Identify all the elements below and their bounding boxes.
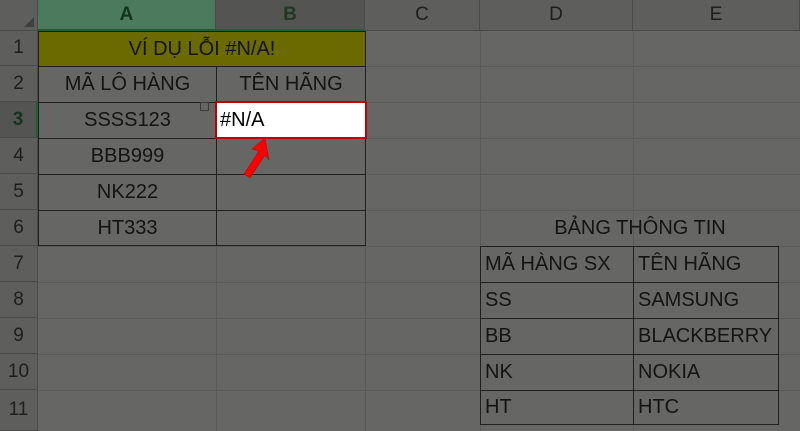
row-header-5[interactable]: 5 <box>0 174 38 210</box>
row-header-4[interactable]: 4 <box>0 138 38 174</box>
info-header-code[interactable]: MÃ HÀNG SX <box>480 246 634 283</box>
info-brand-cell[interactable]: HTC <box>633 390 779 425</box>
row-header-8[interactable]: 8 <box>0 282 38 318</box>
row-header-3[interactable]: 3 <box>0 102 38 138</box>
row-header-6[interactable]: 6 <box>0 210 38 246</box>
row-header-11[interactable]: 11 <box>0 390 38 431</box>
brand-cell[interactable] <box>216 210 366 246</box>
error-indicator-icon[interactable] <box>200 102 209 111</box>
row-header-1[interactable]: 1 <box>0 31 38 66</box>
info-code-cell[interactable]: SS <box>480 282 634 319</box>
column-header-c[interactable]: C <box>365 0 480 31</box>
lot-code-cell[interactable]: HT333 <box>38 210 217 246</box>
column-header-e[interactable]: E <box>633 0 800 31</box>
column-header-a[interactable]: A <box>38 0 216 31</box>
info-brand-cell[interactable]: NOKIA <box>633 354 779 391</box>
header-cell-brand[interactable]: TÊN HÃNG <box>216 66 366 103</box>
header-cell-lot-code[interactable]: MÃ LÔ HÀNG <box>38 66 217 103</box>
info-brand-cell[interactable]: SAMSUNG <box>633 282 779 319</box>
select-all-triangle-icon <box>24 17 34 27</box>
info-brand-cell[interactable]: BLACKBERRY <box>633 318 779 355</box>
red-arrow-pointer-icon <box>243 137 270 179</box>
column-header-b[interactable]: B <box>216 0 365 31</box>
lot-code-cell[interactable]: NK222 <box>38 174 217 211</box>
info-code-cell[interactable]: HT <box>480 390 634 425</box>
row-header-2[interactable]: 2 <box>0 66 38 102</box>
info-code-cell[interactable]: NK <box>480 354 634 391</box>
info-code-cell[interactable]: BB <box>480 318 634 355</box>
title-cell[interactable]: VÍ DỤ LỖI #N/A! <box>38 31 366 67</box>
column-header-d[interactable]: D <box>480 0 633 31</box>
row-header-9[interactable]: 9 <box>0 318 38 354</box>
lot-code-cell[interactable]: SSSS123 <box>38 102 217 139</box>
row-header-10[interactable]: 10 <box>0 354 38 390</box>
row-header-7[interactable]: 7 <box>0 246 38 282</box>
info-table-title[interactable]: BẢNG THÔNG TIN <box>480 210 800 246</box>
spreadsheet: A B C D E 1 2 3 4 5 6 7 8 9 10 11 VÍ DỤ … <box>0 0 800 431</box>
lot-code-cell[interactable]: BBB999 <box>38 138 217 175</box>
info-header-brand[interactable]: TÊN HÃNG <box>633 246 779 283</box>
select-all-corner[interactable] <box>0 0 38 31</box>
